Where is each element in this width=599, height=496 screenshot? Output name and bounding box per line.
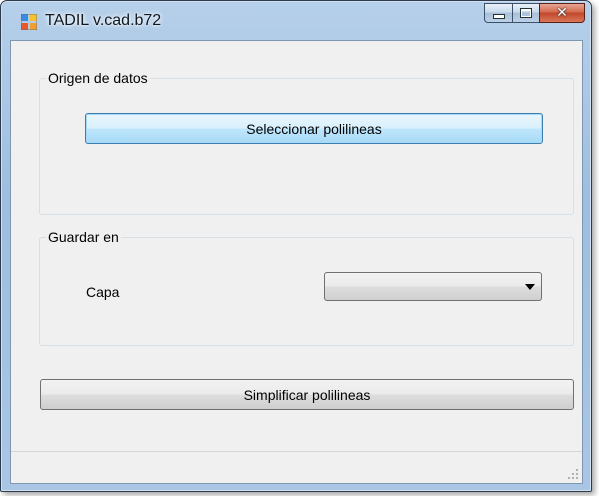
maximize-button[interactable]	[512, 3, 539, 23]
close-button[interactable]: ✕	[539, 3, 585, 23]
data-source-groupbox: Origen de datos Seleccionar polilineas	[39, 70, 574, 215]
minimize-icon	[492, 14, 505, 19]
client-area: Origen de datos Seleccionar polilineas G…	[10, 40, 583, 484]
simplify-polylines-button[interactable]: Simplificar polilineas	[40, 379, 574, 410]
resize-grip-icon[interactable]	[567, 468, 579, 480]
save-to-group-label: Guardar en	[46, 229, 121, 245]
chevron-down-icon	[525, 284, 535, 290]
layer-label: Capa	[86, 284, 120, 300]
main-window: TADIL v.cad.b72 ✕ Origen de datos Selecc…	[0, 0, 592, 492]
close-icon: ✕	[556, 5, 568, 21]
window-title: TADIL v.cad.b72	[45, 12, 162, 29]
status-bar	[11, 451, 582, 483]
select-polylines-button[interactable]: Seleccionar polilineas	[85, 113, 543, 144]
minimize-button[interactable]	[484, 3, 512, 23]
data-source-group-label: Origen de datos	[46, 70, 150, 86]
caption-buttons: ✕	[484, 3, 585, 25]
app-icon	[21, 14, 37, 30]
maximize-icon	[520, 8, 532, 18]
layer-dropdown[interactable]	[324, 272, 542, 301]
save-to-groupbox: Guardar en Capa	[39, 229, 574, 346]
title-bar[interactable]: TADIL v.cad.b72 ✕	[1, 1, 591, 41]
